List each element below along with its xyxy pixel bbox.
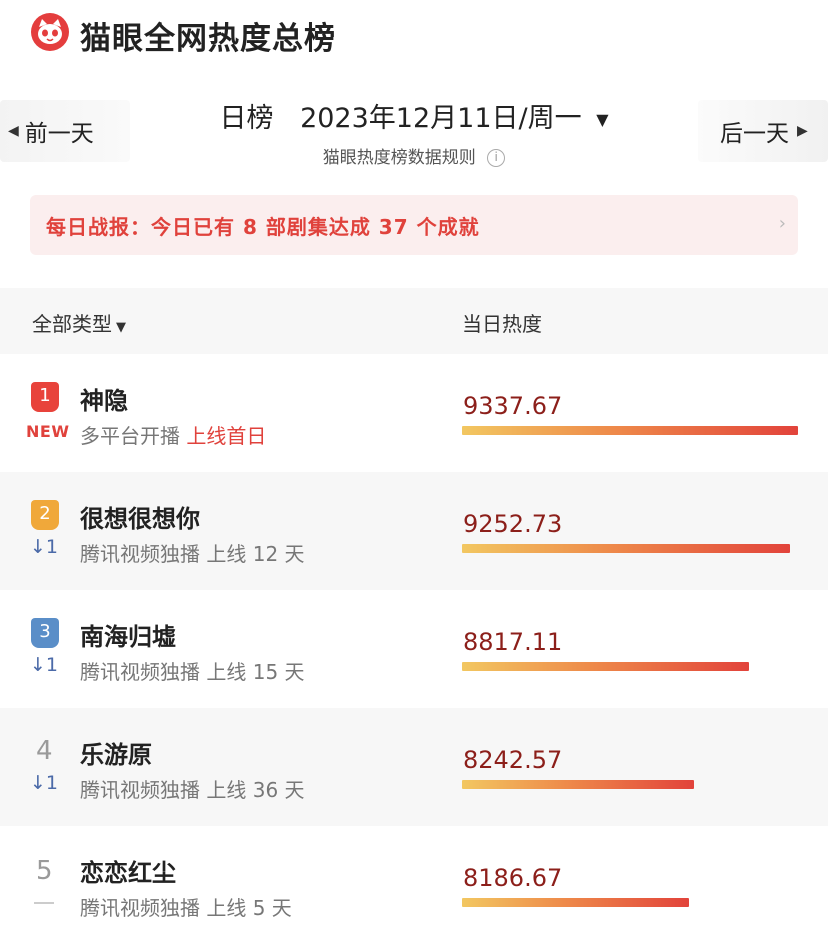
show-title: 南海归墟: [80, 623, 176, 651]
rank-change-indicator: ↓1: [30, 654, 59, 676]
heat-bar: [462, 898, 689, 907]
date-selector[interactable]: 日榜 2023年12月11日/周一 ▼: [0, 96, 828, 135]
rank-unchanged-indicator: [34, 902, 54, 904]
heat-bar: [462, 780, 694, 789]
daily-tab-label: 日榜: [219, 103, 274, 134]
show-online-duration: 上线 12 天: [206, 542, 305, 566]
show-online-duration: 上线 15 天: [206, 660, 305, 684]
show-platform: 腾讯视频独播: [80, 778, 200, 802]
show-online-duration: 上线 5 天: [206, 896, 292, 920]
app-title: 猫眼全网热度总榜: [80, 21, 336, 57]
cat-face-icon: [31, 13, 69, 51]
date-text: 2023年12月11日/周一: [300, 103, 582, 134]
heat-value: 9337.67: [463, 392, 563, 420]
heat-value: 8186.67: [463, 864, 563, 892]
show-platform: 腾讯视频独播: [80, 660, 200, 684]
info-icon: i: [487, 149, 506, 167]
type-filter-dropdown[interactable]: 全部类型 ▼: [32, 308, 126, 337]
ranking-row-1[interactable]: 1 NEW 神隐 多平台开播 上线首日 9337.67: [0, 354, 828, 472]
show-title: 乐游原: [80, 741, 152, 769]
heat-value: 8242.57: [463, 746, 563, 774]
heat-bar: [462, 544, 790, 553]
app-header: 猫眼全网热度总榜: [0, 0, 828, 66]
daily-report-banner[interactable]: 每日战报：今日已有 8 部剧集达成 37 个成就 ›: [30, 195, 798, 255]
rank-badge: 3: [31, 618, 59, 648]
daily-report-text: 每日战报：今日已有 8 部剧集达成 37 个成就: [46, 214, 480, 239]
rank-change-indicator: ↓1: [30, 536, 59, 558]
show-platform: 腾讯视频独播: [80, 542, 200, 566]
rank-change-indicator: ↓1: [30, 772, 59, 794]
heat-column-header: 当日热度: [462, 312, 542, 336]
show-title: 很想很想你: [80, 505, 200, 533]
show-platform: 腾讯视频独播: [80, 896, 200, 920]
heat-bar: [462, 662, 749, 671]
rank-number: 5: [36, 856, 53, 886]
rules-link-label: 猫眼热度榜数据规则: [322, 148, 476, 168]
show-title: 恋恋红尘: [80, 859, 176, 887]
heat-bar: [462, 426, 798, 435]
ranking-row-3[interactable]: 3 ↓1 南海归墟 腾讯视频独播 上线 15 天 8817.11: [0, 590, 828, 708]
new-entry-badge: NEW: [26, 422, 70, 441]
ranking-row-5[interactable]: 5 恋恋红尘 腾讯视频独播 上线 5 天 8186.67: [0, 826, 828, 944]
chevron-right-icon: ›: [778, 213, 786, 234]
rank-number: 4: [36, 736, 53, 766]
caret-down-icon: ▼: [596, 110, 609, 129]
caret-down-icon: ▼: [116, 320, 126, 335]
show-online-duration: 上线首日: [186, 424, 267, 448]
list-header: 全部类型 ▼ 当日热度: [0, 288, 828, 354]
show-platform: 多平台开播: [80, 424, 180, 448]
ranking-row-2[interactable]: 2 ↓1 很想很想你 腾讯视频独播 上线 12 天 9252.73: [0, 472, 828, 590]
type-filter-label: 全部类型: [32, 312, 112, 336]
rules-link[interactable]: 猫眼热度榜数据规则 i: [0, 143, 828, 168]
heat-value: 9252.73: [463, 510, 563, 538]
rank-badge: 2: [31, 500, 59, 530]
show-title: 神隐: [80, 387, 128, 415]
heat-value: 8817.11: [463, 628, 563, 656]
show-online-duration: 上线 36 天: [206, 778, 305, 802]
rank-badge: 1: [31, 382, 59, 412]
ranking-row-4[interactable]: 4 ↓1 乐游原 腾讯视频独播 上线 36 天 8242.57: [0, 708, 828, 826]
